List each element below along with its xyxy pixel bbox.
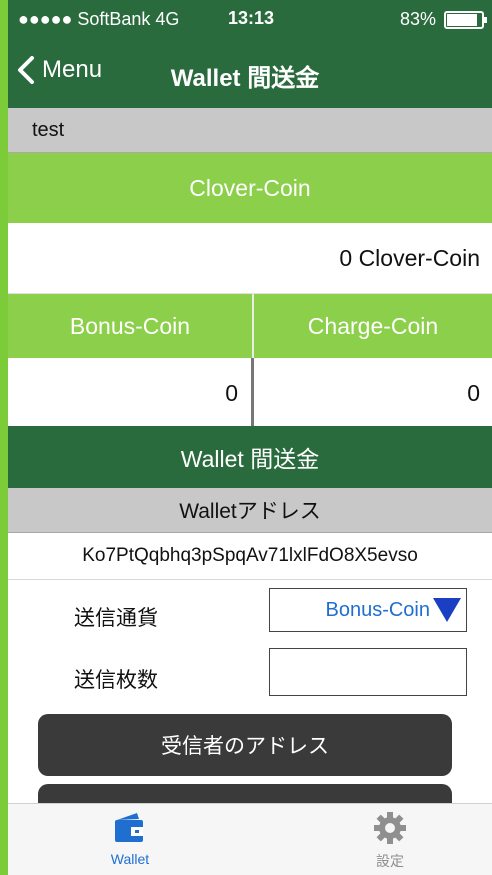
currency-label: 送信通貨 [74,607,158,630]
coin-values-row: 0 0 [8,358,492,426]
amount-input[interactable] [269,648,467,696]
wallet-address-label: Walletアドレス [179,500,321,523]
amount-label: 送信枚数 [74,669,158,692]
recipient-address-label: 受信者のアドレス [161,735,329,758]
currency-row: 送信通貨 Bonus-Coin [8,580,492,648]
transfer-section-title: Wallet 間送金 [180,446,320,472]
clover-coin-header: Clover-Coin [8,153,492,223]
account-row: test [8,108,492,153]
tab-wallet-label: Wallet [110,851,150,867]
clock: 13:13 [228,8,275,28]
charge-coin-value: 0 [467,380,480,406]
status-bar: ●●●●● SoftBank 4G 13:13 83% [8,0,492,36]
account-name: test [32,119,65,141]
page-title: Wallet 間送金 [170,65,320,92]
charge-coin-header: Charge-Coin [307,312,439,339]
wallet-icon [113,810,147,846]
battery-status: 83% [399,9,487,30]
battery-percent: 83% [399,9,436,29]
tab-wallet[interactable]: Wallet [70,810,190,867]
carrier-signal: ●●●●● SoftBank 4G [18,9,180,29]
coin-type-headers: Bonus-Coin Charge-Coin [8,294,492,358]
recipient-address-button[interactable]: 受信者のアドレス [38,714,452,776]
clover-coin-label: Clover-Coin [189,174,311,201]
wallet-address-header: Walletアドレス [8,488,492,533]
value-divider [251,358,254,426]
wallet-address-value[interactable]: Ko7PtQqbhq3pSpqAv71lxlFdO8X5evso [82,545,418,567]
battery-icon [444,10,487,29]
navigation-bar: Menu Wallet 間送金 [8,36,492,108]
wallet-address-row: Ko7PtQqbhq3pSpqAv71lxlFdO8X5evso [8,533,492,580]
bonus-coin-header: Bonus-Coin [69,312,191,339]
bonus-coin-value: 0 [225,380,238,406]
gear-icon [372,810,408,846]
app-screen: ●●●●● SoftBank 4G 13:13 83% Menu Wallet … [8,0,492,875]
total-balance: 0 Clover-Coin [339,245,480,271]
amount-row: 送信枚数 [8,648,492,710]
tab-settings[interactable]: 設定 [330,810,450,871]
tab-bar: Wallet 設定 [8,803,492,875]
transfer-section-header: Wallet 間送金 [8,426,492,488]
total-balance-row: 0 Clover-Coin [8,223,492,294]
currency-select[interactable]: Bonus-Coin [269,588,467,632]
caret-down-icon [432,596,462,624]
tab-settings-label: 設定 [376,853,404,869]
currency-selected-value: Bonus-Coin [325,598,430,621]
